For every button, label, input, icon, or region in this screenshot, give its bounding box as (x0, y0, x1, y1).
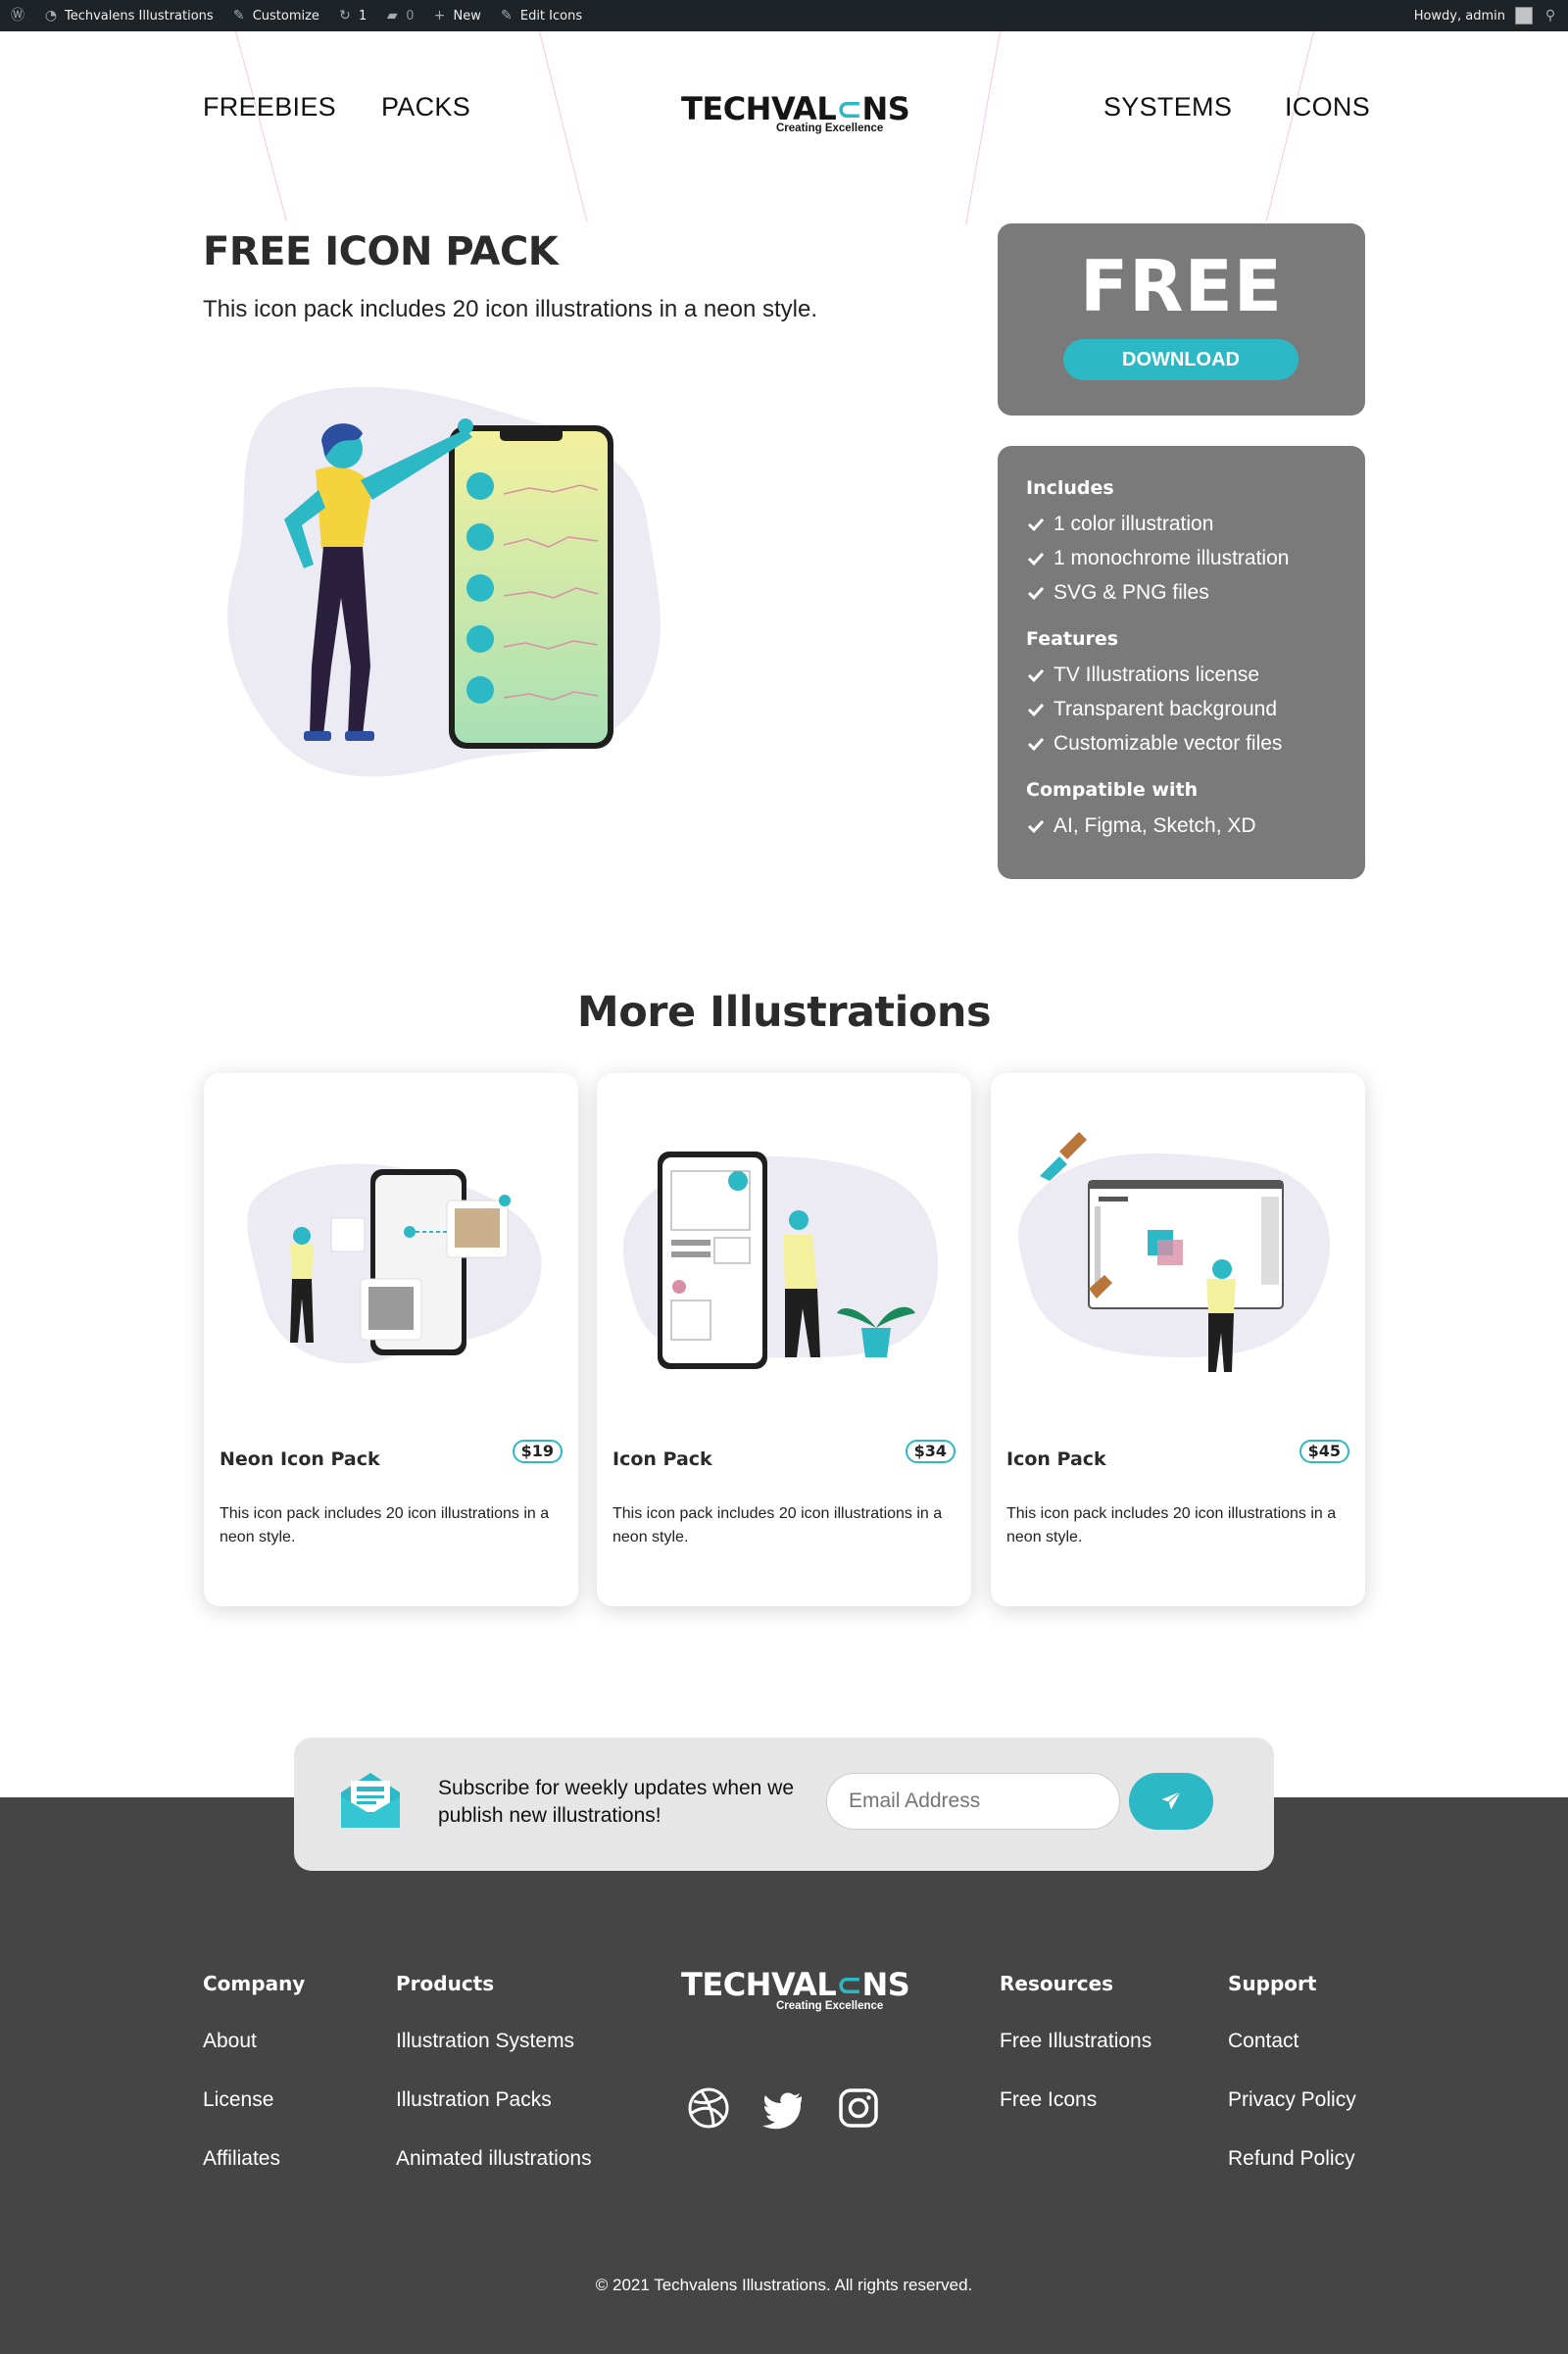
admin-comments-link[interactable]: ▰ 0 (384, 8, 415, 24)
product-card[interactable]: Neon Icon Pack $19 This icon pack includ… (204, 1073, 578, 1606)
nav-packs[interactable]: PACKS (381, 92, 470, 123)
product-card[interactable]: Icon Pack $45 This icon pack includes 20… (991, 1073, 1365, 1606)
list-item: AI, Figma, Sketch, XD (1026, 814, 1256, 838)
page-title: FREE ICON PACK (203, 229, 559, 274)
list-item: Transparent background (1026, 698, 1277, 721)
card-title: Icon Pack (1006, 1448, 1106, 1470)
admin-account-link[interactable]: Howdy, admin (1414, 9, 1505, 24)
admin-updates-link[interactable]: ↻ 1 (337, 8, 367, 24)
card-description: This icon pack includes 20 icon illustra… (220, 1505, 550, 1545)
send-icon (1158, 1789, 1184, 1813)
card-description: This icon pack includes 20 icon illustra… (1006, 1505, 1337, 1545)
plus-icon: + (433, 8, 446, 24)
footer-link-refund-policy[interactable]: Refund Policy (1228, 2144, 1355, 2174)
compatible-heading: Compatible with (1026, 779, 1199, 801)
admin-new-link[interactable]: + New (432, 8, 481, 24)
copyright: © 2021 Techvalens Illustrations. All rig… (595, 2276, 973, 2294)
footer-heading-company: Company (203, 1972, 306, 1995)
comment-icon: ▰ (386, 8, 398, 24)
card-description: This icon pack includes 20 icon illustra… (612, 1505, 943, 1545)
footer-link-contact[interactable]: Contact (1228, 2027, 1298, 2056)
check-icon (1027, 517, 1045, 532)
footer-logo-tagline: Creating Excellence (776, 2000, 884, 2012)
footer-heading-support: Support (1228, 1972, 1317, 1995)
refresh-icon: ↻ (339, 8, 351, 24)
nav-systems[interactable]: SYSTEMS (1103, 92, 1232, 123)
dashboard-icon: ◔ (44, 8, 58, 24)
subscribe-panel: Subscribe for weekly updates when we pub… (294, 1738, 1274, 1871)
dribbble-icon[interactable] (686, 2085, 731, 2131)
product-card[interactable]: Icon Pack $34 This icon pack includes 20… (597, 1073, 971, 1606)
page-subtitle: This icon pack includes 20 icon illustra… (203, 296, 817, 322)
admin-edit-link[interactable]: ✎ Edit Icons (499, 8, 582, 24)
footer-link-illustration-packs[interactable]: Illustration Packs (396, 2085, 552, 2115)
footer-logo[interactable]: TECHVAL⊂NS (681, 1966, 910, 2003)
price-badge: $19 (512, 1440, 563, 1463)
footer-link-free-icons[interactable]: Free Icons (1000, 2085, 1097, 2115)
card-illustration (247, 1163, 542, 1364)
footer-heading-products: Products (396, 1972, 495, 1995)
list-item: TV Illustrations license (1026, 663, 1259, 687)
includes-heading: Includes (1026, 477, 1114, 499)
footer-link-affiliates[interactable]: Affiliates (203, 2144, 280, 2174)
check-icon (1027, 737, 1045, 752)
price-label: FREE (1080, 245, 1283, 327)
newsletter-icon (341, 1773, 400, 1828)
price-panel: FREE DOWNLOAD (998, 223, 1365, 416)
avatar[interactable] (1515, 7, 1533, 25)
admin-customize-link[interactable]: ✎ Customize (231, 8, 319, 24)
footer-heading-resources: Resources (1000, 1972, 1114, 1995)
card-illustration (1018, 1132, 1331, 1372)
nav-icons[interactable]: ICONS (1285, 92, 1370, 123)
footer-link-license[interactable]: License (203, 2085, 273, 2115)
instagram-icon[interactable] (836, 2085, 881, 2131)
logo-tagline: Creating Excellence (776, 123, 884, 134)
footer-link-illustration-systems[interactable]: Illustration Systems (396, 2027, 574, 2056)
list-item: Customizable vector files (1026, 732, 1282, 756)
admin-site-link[interactable]: ◔ Techvalens Illustrations (43, 8, 214, 24)
features-heading: Features (1026, 628, 1119, 650)
details-panel: Includes 1 color illustration 1 monochro… (998, 446, 1365, 879)
email-field[interactable] (826, 1773, 1120, 1830)
card-illustration (622, 1152, 939, 1369)
nav-freebies[interactable]: FREEBIES (203, 92, 336, 123)
check-icon (1027, 703, 1045, 717)
check-icon (1027, 586, 1045, 601)
twitter-icon[interactable] (760, 2085, 806, 2131)
list-item: SVG & PNG files (1026, 581, 1209, 605)
check-icon (1027, 552, 1045, 566)
footer-link-privacy-policy[interactable]: Privacy Policy (1228, 2085, 1356, 2115)
subscribe-button[interactable] (1129, 1773, 1213, 1830)
card-title: Icon Pack (612, 1448, 712, 1470)
admin-bar: Ⓦ ◔ Techvalens Illustrations ✎ Customize ↻… (0, 0, 1568, 31)
footer-link-free-illustrations[interactable]: Free Illustrations (1000, 2027, 1152, 2056)
footer-link-about[interactable]: About (203, 2027, 257, 2056)
list-item: 1 color illustration (1026, 513, 1213, 536)
pencil-icon: ✎ (500, 8, 513, 24)
check-icon (1027, 819, 1045, 834)
section-title: More Illustrations (576, 988, 992, 1037)
check-icon (1027, 668, 1045, 683)
search-icon[interactable]: ⚲ (1543, 8, 1558, 24)
wordpress-logo-icon[interactable]: Ⓦ (10, 8, 25, 24)
card-title: Neon Icon Pack (220, 1448, 380, 1470)
site-footer: Company About License Affiliates Product… (0, 1797, 1568, 2354)
price-badge: $45 (1298, 1440, 1349, 1463)
hero-illustration (227, 386, 661, 777)
download-button[interactable]: DOWNLOAD (1063, 339, 1298, 380)
list-item: 1 monochrome illustration (1026, 547, 1289, 570)
brush-icon: ✎ (232, 8, 245, 24)
footer-link-animated-illustrations[interactable]: Animated illustrations (396, 2144, 592, 2174)
site-header: FREEBIES PACKS TECHVAL⊂NS Creating Excel… (0, 31, 1568, 227)
subscribe-text: Subscribe for weekly updates when we pub… (438, 1777, 795, 1827)
price-badge: $34 (905, 1440, 956, 1463)
